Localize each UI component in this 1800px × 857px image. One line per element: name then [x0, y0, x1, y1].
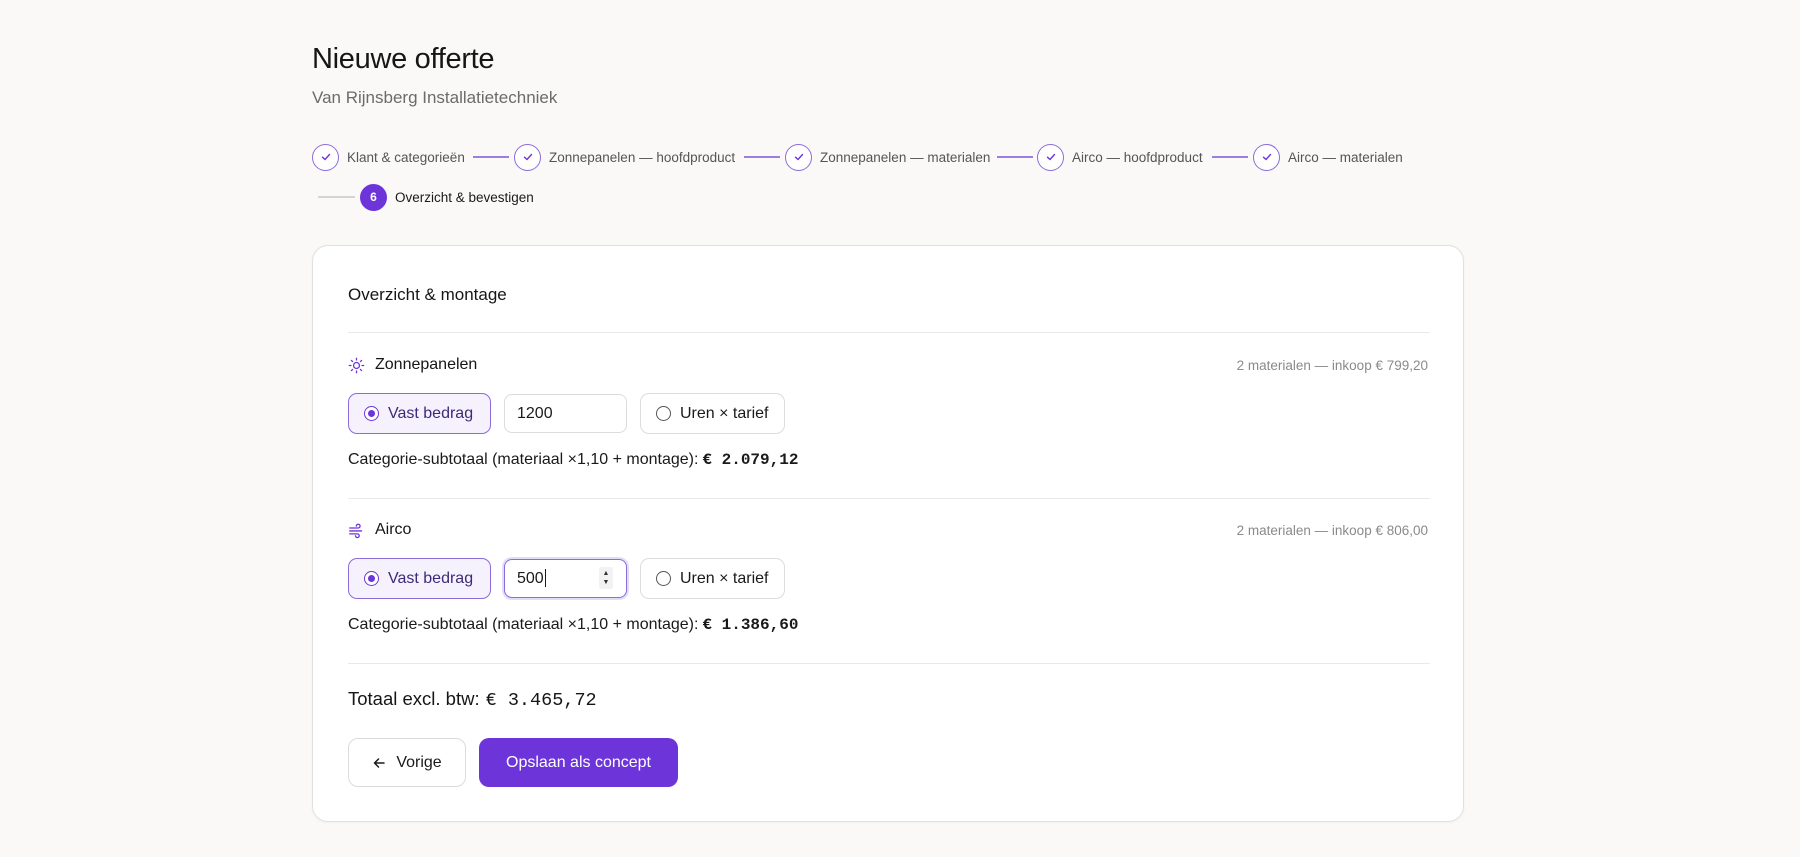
category-subtotal-airco: Categorie-subtotaal (materiaal ×1,10 + m… — [348, 616, 798, 634]
option-label: Uren × tarief — [680, 569, 769, 587]
step-airco-materialen[interactable]: Airco — materialen — [1253, 143, 1403, 171]
total-value: € 3.465,72 — [485, 690, 597, 711]
stepper: Klant & categorieën Zonnepanelen — hoofd… — [312, 143, 1492, 213]
check-icon — [321, 153, 330, 161]
total-label: Totaal excl. btw: — [348, 688, 480, 709]
category-header-airco: Airco — [348, 521, 411, 539]
subtotal-label: Categorie-subtotaal (materiaal ×1,10 + m… — [348, 451, 699, 468]
option-label: Vast bedrag — [388, 404, 474, 422]
check-icon — [523, 153, 532, 161]
card-title: Overzicht & montage — [348, 285, 507, 304]
check-icon — [1262, 153, 1271, 161]
step-label: Zonnepanelen — hoofdproduct — [549, 149, 736, 165]
step-complete-circle — [1037, 143, 1064, 171]
divider — [348, 498, 1430, 499]
step-complete-circle — [785, 143, 812, 171]
step-complete-circle — [312, 143, 339, 171]
category-subtotal-zonnepanelen: Categorie-subtotaal (materiaal ×1,10 + m… — [348, 451, 798, 469]
step-complete-circle — [514, 143, 541, 171]
step-connector — [473, 156, 509, 158]
option-hours-rate-airco[interactable]: Uren × tarief — [640, 558, 785, 599]
previous-button[interactable]: Vorige — [348, 738, 466, 787]
subtotal-value: € 1.386,60 — [702, 616, 799, 634]
sun-icon — [348, 357, 365, 373]
option-hours-rate-zonnepanelen[interactable]: Uren × tarief — [640, 393, 785, 434]
divider — [348, 332, 1430, 333]
previous-button-label: Vorige — [396, 753, 442, 771]
category-header-zonnepanelen: Zonnepanelen — [348, 356, 477, 374]
check-icon — [794, 153, 803, 161]
step-label: Overzicht & bevestigen — [395, 189, 534, 205]
spinner-up-icon[interactable]: ▲ — [603, 569, 610, 578]
step-connector — [997, 156, 1033, 158]
step-overzicht-bevestigen[interactable]: 6 Overzicht & bevestigen — [360, 183, 534, 211]
check-icon — [1046, 153, 1055, 161]
option-fixed-amount-zonnepanelen[interactable]: Vast bedrag — [348, 393, 491, 434]
radio-selected — [364, 571, 379, 586]
radio-unselected — [656, 571, 671, 586]
wind-icon — [349, 523, 363, 538]
step-active-circle: 6 — [360, 183, 387, 211]
option-label: Uren × tarief — [680, 404, 769, 422]
category-name: Airco — [375, 521, 412, 538]
category-name: Zonnepanelen — [375, 356, 478, 373]
category-meta: 2 materialen — inkoop € 799,20 — [1236, 358, 1428, 373]
step-label: Klant & categorieën — [347, 149, 465, 165]
option-fixed-amount-airco[interactable]: Vast bedrag — [348, 558, 491, 599]
subtotal-label: Categorie-subtotaal (materiaal ×1,10 + m… — [348, 616, 699, 633]
step-klant-categorieen[interactable]: Klant & categorieën — [312, 143, 465, 171]
step-connector — [1212, 156, 1248, 158]
step-zonnepanelen-hoofdproduct[interactable]: Zonnepanelen — hoofdproduct — [514, 143, 735, 171]
page-title: Nieuwe offerte — [312, 43, 495, 75]
step-complete-circle — [1253, 143, 1280, 171]
radio-unselected — [656, 406, 671, 421]
step-connector — [318, 196, 355, 198]
page-subtitle: Van Rijnsberg Installatietechniek — [312, 88, 558, 107]
step-zonnepanelen-materialen[interactable]: Zonnepanelen — materialen — [785, 143, 990, 171]
step-connector — [744, 156, 780, 158]
number-spinner[interactable]: ▲ ▼ — [599, 567, 613, 589]
text-caret — [545, 569, 546, 587]
step-airco-hoofdproduct[interactable]: Airco — hoofdproduct — [1037, 143, 1203, 171]
option-label: Vast bedrag — [388, 569, 474, 587]
amount-input-zonnepanelen[interactable] — [504, 394, 627, 433]
category-meta: 2 materialen — inkoop € 806,00 — [1236, 523, 1428, 538]
subtotal-value: € 2.079,12 — [702, 451, 799, 469]
total-excl-vat: Totaal excl. btw: € 3.465,72 — [348, 688, 597, 711]
step-label: Airco — hoofdproduct — [1072, 149, 1203, 165]
save-as-draft-button[interactable]: Opslaan als concept — [479, 738, 678, 787]
arrow-left-icon — [374, 757, 386, 768]
radio-selected — [364, 406, 379, 421]
step-label: Airco — materialen — [1288, 149, 1403, 165]
spinner-down-icon[interactable]: ▼ — [603, 578, 610, 587]
divider — [348, 663, 1430, 664]
overview-card: Overzicht & montage Zonnepanelen 2 mater… — [312, 245, 1464, 822]
step-label: Zonnepanelen — materialen — [820, 149, 991, 165]
